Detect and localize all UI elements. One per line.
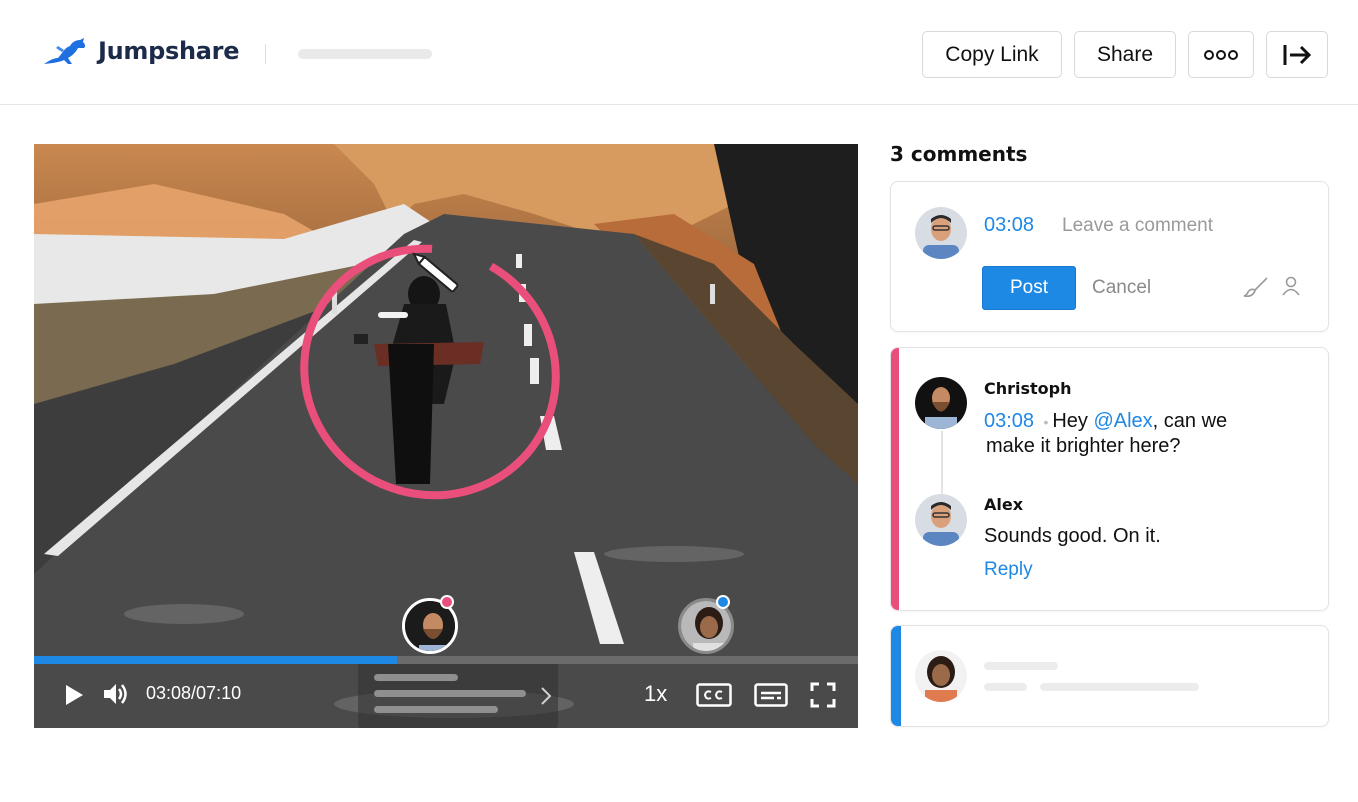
thread-accent [891, 626, 901, 726]
play-icon[interactable] [64, 684, 84, 706]
avatar [915, 207, 967, 259]
avatar [915, 377, 967, 429]
title-placeholder [298, 49, 432, 59]
exit-button[interactable] [1266, 31, 1328, 78]
jumpshare-logo[interactable]: Jumpshare [42, 36, 239, 66]
progress-fill [34, 656, 397, 664]
reply-button[interactable]: Reply [984, 559, 1033, 581]
skeleton-line [984, 662, 1058, 670]
video-player[interactable]: 03:08/07:10 1x [34, 144, 858, 728]
app-name: Jumpshare [98, 37, 240, 65]
cc-icon[interactable] [696, 683, 732, 707]
comments-count: 3 comments [890, 142, 1028, 166]
kangaroo-logo-icon [44, 38, 86, 64]
progress-bar[interactable] [34, 656, 858, 664]
thread-accent [891, 348, 899, 610]
avatar [915, 650, 967, 702]
header-divider [265, 44, 266, 64]
subtitles-icon[interactable] [754, 683, 788, 707]
brush-icon[interactable] [1243, 276, 1269, 298]
time-display: 03:08/07:10 [146, 683, 242, 703]
comment-thread-card[interactable]: Christoph 03:08 • Hey @Alex, can we make… [890, 347, 1329, 611]
comment-card-collapsed[interactable] [890, 625, 1329, 727]
speed-button[interactable]: 1x [644, 681, 667, 707]
reply-author: Alex [984, 495, 1024, 514]
mention-link[interactable]: @Alex [1093, 410, 1152, 432]
avatar [915, 494, 967, 546]
cancel-button[interactable]: Cancel [1092, 277, 1151, 299]
thread-connector [941, 431, 943, 497]
separator-dot: • [1039, 414, 1053, 430]
marker-dot-pink [440, 595, 454, 609]
new-comment-card: 03:08 Leave a comment Post Cancel [890, 181, 1329, 332]
comment-timestamp[interactable]: 03:08 [984, 410, 1034, 432]
comment-input[interactable]: Leave a comment [1062, 215, 1213, 237]
reply-text: Sounds good. On it. [984, 525, 1161, 547]
skeleton-line [1040, 683, 1199, 691]
comment-text: 03:08 • Hey @Alex, can we make it bright… [984, 410, 1228, 457]
more-dots-icon [1204, 49, 1238, 60]
share-button[interactable]: Share [1074, 31, 1176, 78]
more-options-button[interactable] [1188, 31, 1254, 78]
user-icon[interactable] [1282, 276, 1300, 296]
volume-icon[interactable] [102, 682, 128, 706]
comment-author: Christoph [984, 379, 1072, 398]
exit-arrow-icon [1283, 44, 1312, 65]
comment-timestamp[interactable]: 03:08 [984, 214, 1034, 237]
marker-dot-blue [716, 595, 730, 609]
skeleton-line [984, 683, 1027, 691]
player-controls: 03:08/07:10 1x [34, 664, 858, 728]
post-button[interactable]: Post [982, 266, 1076, 310]
fullscreen-icon[interactable] [810, 682, 836, 708]
app-header: Jumpshare Copy Link Share [0, 0, 1358, 105]
copy-link-button[interactable]: Copy Link [922, 31, 1062, 78]
